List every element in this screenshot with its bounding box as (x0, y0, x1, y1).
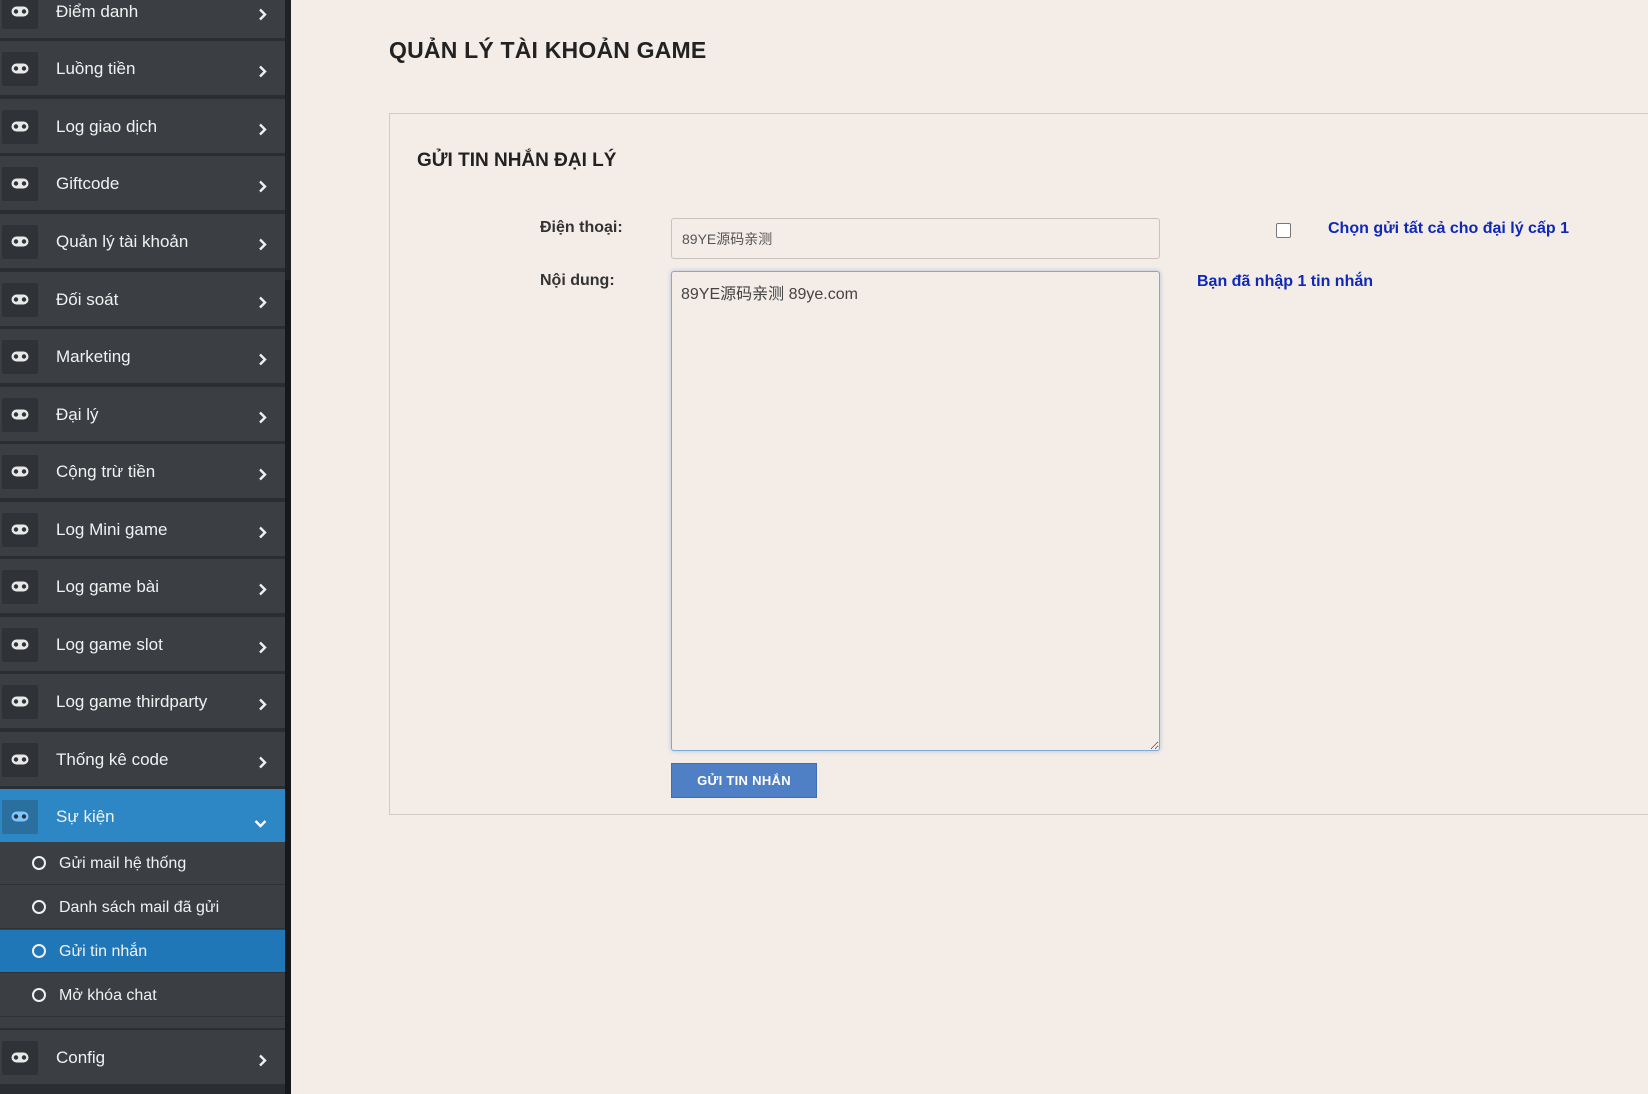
sidebar-item-log-game-bai[interactable]: Log game bài (0, 559, 285, 615)
submenu-item-danh-sach-mail[interactable]: Danh sách mail đã gửi (0, 886, 285, 929)
circle-icon (32, 900, 46, 914)
sidebar-item-label: Thống kê code (56, 750, 169, 769)
circle-icon (32, 944, 46, 958)
sidebar-item-thong-ke-code[interactable]: Thống kê code (0, 732, 285, 788)
chevron-right-icon (258, 639, 267, 654)
gamepad-icon (2, 52, 38, 86)
gamepad-icon (2, 1041, 38, 1075)
sidebar-item-label: Marketing (56, 347, 131, 366)
circle-icon (32, 856, 46, 870)
sidebar-item-log-giao-dich[interactable]: Log giao dịch (0, 99, 285, 155)
sidebar-item-log-mini-game[interactable]: Log Mini game (0, 502, 285, 558)
sidebar-item-label: Log game slot (56, 635, 163, 654)
gamepad-icon (2, 513, 38, 547)
page-title: QUẢN LÝ TÀI KHOẢN GAME (389, 37, 707, 63)
submenu-item-label: Gửi mail hệ thống (59, 855, 187, 872)
chevron-right-icon (258, 294, 267, 309)
sidebar-item-quan-ly-tai-khoan[interactable]: Quản lý tài khoản (0, 214, 285, 270)
sidebar-item-luong-tien[interactable]: Luồng tiền (0, 41, 285, 97)
chevron-right-icon (258, 6, 267, 21)
chevron-right-icon (258, 351, 267, 366)
sidebar-item-giftcode[interactable]: Giftcode (0, 156, 285, 212)
sidebar-item-label: Giftcode (56, 174, 120, 193)
gamepad-icon (2, 398, 38, 432)
chevron-right-icon (258, 1052, 267, 1067)
circle-icon (32, 988, 46, 1002)
chevron-right-icon (258, 409, 267, 424)
sidebar-item-cong-tru-tien[interactable]: Cộng trừ tiền (0, 444, 285, 500)
chevron-right-icon (258, 178, 267, 193)
chevron-right-icon (258, 754, 267, 769)
sidebar-item-label: Log Mini game (56, 520, 168, 539)
phone-label: Điện thoại: (540, 219, 623, 236)
chevron-right-icon (258, 63, 267, 78)
chevron-right-icon (258, 581, 267, 596)
gamepad-icon (2, 0, 38, 29)
gamepad-icon (2, 283, 38, 317)
gamepad-icon (2, 455, 38, 489)
sidebar: Điểm danh Luồng tiền Log giao dịch Giftc… (0, 0, 291, 1094)
sidebar-item-label: Cộng trừ tiền (56, 462, 156, 481)
sidebar-item-su-kien[interactable]: Sự kiện (0, 789, 285, 845)
scrollbar-thumb[interactable] (285, 280, 291, 1094)
gamepad-icon (2, 685, 38, 719)
chevron-right-icon (258, 524, 267, 539)
gamepad-icon (2, 628, 38, 662)
sidebar-submenu-su-kien: Gửi mail hệ thống Danh sách mail đã gửi … (0, 842, 285, 1028)
phone-input[interactable] (671, 218, 1160, 259)
send-message-panel: GỬI TIN NHẮN ĐẠI LÝ Điện thoại: Chọn gửi… (389, 113, 1648, 815)
submenu-item-label: Danh sách mail đã gửi (59, 899, 220, 916)
content-textarea[interactable]: 89YE源码亲测 89ye.com (671, 271, 1160, 751)
content-label: Nội dung: (540, 272, 615, 289)
gamepad-icon (2, 800, 38, 834)
sidebar-item-marketing[interactable]: Marketing (0, 329, 285, 385)
panel-title: GỬI TIN NHẮN ĐẠI LÝ (417, 150, 617, 171)
sidebar-item-label: Sự kiện (56, 807, 115, 826)
gamepad-icon (2, 110, 38, 144)
sidebar-item-log-game-slot[interactable]: Log game slot (0, 617, 285, 673)
chevron-right-icon (258, 236, 267, 251)
message-count-text: Bạn đã nhập 1 tin nhắn (1197, 273, 1374, 290)
sidebar-item-label: Log game bài (56, 577, 160, 596)
sidebar-item-log-game-thirdparty[interactable]: Log game thirdparty (0, 674, 285, 730)
sidebar-item-label: Log game thirdparty (56, 692, 208, 711)
sidebar-item-config[interactable]: Config (0, 1030, 285, 1086)
sidebar-item-label: Điểm danh (56, 2, 139, 21)
submenu-item-gui-tin-nhan[interactable]: Gửi tin nhắn (0, 930, 285, 973)
sidebar-item-label: Đại lý (56, 405, 99, 424)
chevron-right-icon (258, 466, 267, 481)
gamepad-icon (2, 743, 38, 777)
gamepad-icon (2, 225, 38, 259)
sidebar-item-diem-danh[interactable]: Điểm danh (0, 0, 285, 40)
sidebar-item-doi-soat[interactable]: Đối soát (0, 272, 285, 328)
gamepad-icon (2, 340, 38, 374)
chevron-right-icon (258, 696, 267, 711)
chevron-down-icon (254, 813, 267, 828)
gamepad-icon (2, 570, 38, 604)
send-message-button[interactable]: GỬI TIN NHẮN (671, 763, 817, 798)
sidebar-scrollbar[interactable] (285, 0, 291, 1094)
sidebar-item-dai-ly[interactable]: Đại lý (0, 387, 285, 443)
submenu-item-gui-mail-he-thong[interactable]: Gửi mail hệ thống (0, 842, 285, 885)
chevron-right-icon (258, 121, 267, 136)
sidebar-item-label: Log giao dịch (56, 117, 158, 136)
send-all-label[interactable]: Chọn gửi tất cả cho đại lý cấp 1 (1328, 220, 1569, 238)
sidebar-item-label: Config (56, 1048, 106, 1067)
sidebar-item-label: Quản lý tài khoản (56, 232, 189, 251)
sidebar-item-label: Luồng tiền (56, 59, 136, 78)
send-all-checkbox[interactable] (1276, 223, 1291, 238)
gamepad-icon (2, 167, 38, 201)
submenu-item-label: Mở khóa chat (59, 987, 157, 1004)
submenu-item-mo-khoa-chat[interactable]: Mở khóa chat (0, 974, 285, 1017)
submenu-item-label: Gửi tin nhắn (59, 943, 148, 960)
sidebar-item-label: Đối soát (56, 290, 119, 309)
